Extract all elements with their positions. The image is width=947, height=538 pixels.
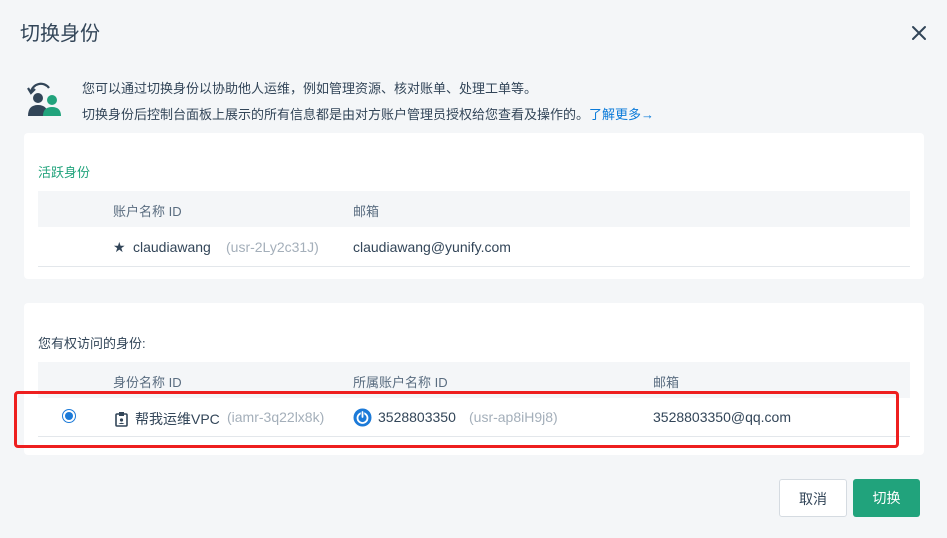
active-identity-title: 活跃身份	[38, 165, 91, 180]
dialog-title: 切换身份	[20, 23, 100, 45]
intro-text-2: 切换身份后控制台面板上展示的所有信息都是由对方账户管理员授权给您查看及操作的。了…	[82, 104, 654, 123]
column-header-email: 邮箱	[653, 375, 680, 390]
account-name: claudiawang	[133, 239, 211, 255]
table-row: ★ claudiawang (usr-2Ly2c31J) claudiawang…	[38, 229, 910, 267]
switch-user-icon	[27, 82, 61, 116]
account-email: claudiawang@yunify.com	[353, 239, 511, 255]
learn-more-link[interactable]: 了解更多→	[589, 107, 654, 122]
column-header-owner-account: 所属账户名称 ID	[353, 375, 448, 390]
highlight-annotation	[14, 391, 899, 448]
star-icon: ★	[113, 239, 126, 255]
intro-text-2-body: 切换身份后控制台面板上展示的所有信息都是由对方账户管理员授权给您查看及操作的。	[82, 107, 590, 122]
intro-text-1: 您可以通过切换身份以协助他人运维，例如管理资源、核对账单、处理工单等。	[82, 81, 538, 96]
column-header-account: 账户名称 ID	[113, 204, 182, 219]
intro-section: 您可以通过切换身份以协助他人运维，例如管理资源、核对账单、处理工单等。 切换身份…	[20, 72, 920, 132]
active-table-header: 账户名称 ID 邮箱	[38, 191, 910, 227]
column-header-identity: 身份名称 ID	[113, 375, 182, 390]
column-header-email: 邮箱	[353, 204, 380, 219]
active-identity-card: 活跃身份 账户名称 ID 邮箱 ★ claudiawang (usr-2Ly2c…	[24, 133, 924, 279]
account-id: (usr-2Ly2c31J)	[226, 239, 319, 255]
accessible-identities-title: 您有权访问的身份:	[38, 336, 146, 351]
cancel-button[interactable]: 取消	[779, 479, 847, 517]
close-icon	[912, 26, 926, 40]
close-button[interactable]	[906, 20, 932, 46]
switch-button[interactable]: 切换	[853, 479, 920, 517]
